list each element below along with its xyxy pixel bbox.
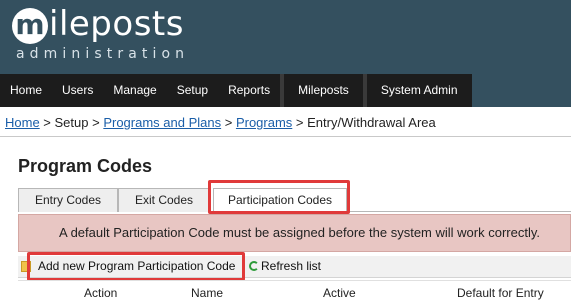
nav-group-system: System Admin	[366, 74, 472, 107]
breadcrumb-home[interactable]: Home	[5, 115, 40, 130]
refresh-list-button[interactable]: Refresh list	[249, 256, 321, 278]
column-header-default-for-entry[interactable]: Default for Entry	[457, 286, 544, 300]
mileposts-logo[interactable]: m ileposts administration	[12, 6, 189, 62]
breadcrumb-separator: >	[39, 115, 55, 130]
table-header: Action Name Active Default for Entry	[18, 280, 571, 308]
breadcrumb-separator: >	[88, 115, 104, 130]
nav-item-system-admin[interactable]: System Admin	[367, 74, 472, 107]
column-header-name[interactable]: Name	[191, 286, 223, 300]
default-code-alert: A default Participation Code must be ass…	[18, 214, 571, 252]
refresh-list-label: Refresh list	[261, 259, 322, 273]
breadcrumb-separator: >	[292, 115, 308, 130]
column-header-action[interactable]: Action	[84, 286, 117, 300]
breadcrumb-divider	[0, 136, 571, 137]
nav-item-home[interactable]: Home	[0, 74, 52, 107]
grid-toolbar: Add new Program Participation Code Refre…	[18, 256, 571, 278]
page-title: Program Codes	[18, 156, 153, 176]
tab-bar: Entry Codes Exit Codes Participation Cod…	[18, 188, 571, 213]
breadcrumb: Home > Setup > Programs and Plans > Prog…	[5, 115, 436, 130]
breadcrumb-separator: >	[221, 115, 236, 130]
tab-participation-codes[interactable]: Participation Codes	[213, 188, 347, 213]
breadcrumb-programs[interactable]: Programs	[236, 115, 292, 130]
nav-filler	[471, 74, 571, 107]
tab-exit-codes[interactable]: Exit Codes	[118, 188, 210, 212]
breadcrumb-current: Entry/Withdrawal Area	[307, 115, 436, 130]
logo-tagline: administration	[16, 46, 190, 62]
nav-item-mileposts[interactable]: Mileposts	[284, 74, 363, 107]
app-header: m ileposts administration	[0, 0, 571, 74]
tab-entry-codes[interactable]: Entry Codes	[18, 188, 118, 212]
nav-item-setup[interactable]: Setup	[167, 74, 218, 107]
nav-group-main: Home Users Manage Setup Reports	[0, 74, 281, 107]
refresh-icon	[249, 261, 259, 271]
logo-initial: m	[12, 8, 48, 44]
column-header-active[interactable]: Active	[323, 286, 356, 300]
nav-item-manage[interactable]: Manage	[103, 74, 166, 107]
nav-item-users[interactable]: Users	[52, 74, 103, 107]
breadcrumb-setup: Setup	[54, 115, 89, 130]
logo-wordmark: ileposts	[49, 4, 184, 44]
add-participation-code-button[interactable]: Add new Program Participation Code	[38, 256, 235, 278]
main-nav: Home Users Manage Setup Reports Milepost…	[0, 74, 571, 107]
breadcrumb-programs-and-plans[interactable]: Programs and Plans	[103, 115, 221, 130]
nav-item-reports[interactable]: Reports	[218, 74, 280, 107]
add-icon	[21, 261, 31, 272]
nav-group-mileposts: Mileposts	[284, 74, 363, 107]
